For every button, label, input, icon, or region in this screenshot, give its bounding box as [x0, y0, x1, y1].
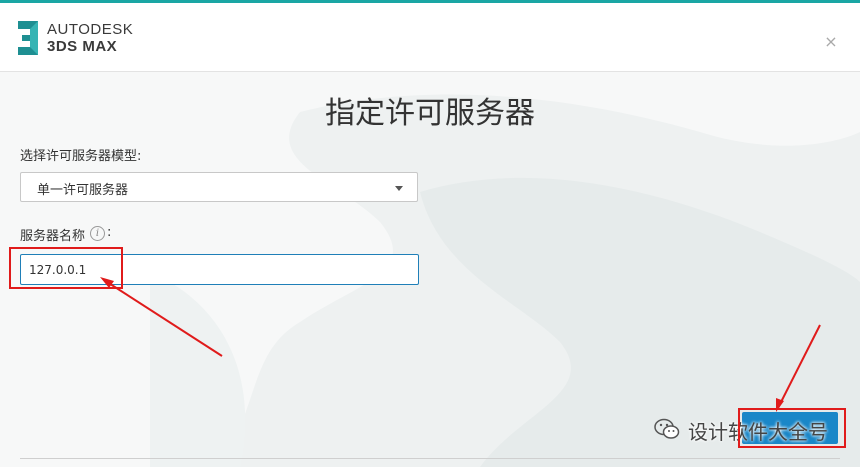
info-icon[interactable]: i — [90, 226, 105, 241]
license-model-value: 单一许可服务器 — [37, 183, 129, 198]
brand-autodesk: AUTODESK — [47, 21, 134, 38]
3ds-max-logo-icon — [18, 21, 38, 55]
server-name-colon: : — [107, 225, 112, 240]
footer-divider — [20, 458, 840, 459]
annotation-highlight-button — [738, 408, 846, 448]
license-model-select[interactable]: 单一许可服务器 — [20, 172, 418, 202]
brand-product: 3DS MAX — [47, 38, 118, 55]
close-icon[interactable]: × — [822, 33, 840, 51]
annotation-highlight-input — [9, 247, 123, 289]
window-header: AUTODESK 3DS MAX × — [0, 3, 860, 72]
page-title: 指定许可服务器 — [325, 96, 535, 131]
chevron-down-icon — [395, 186, 403, 191]
wechat-icon — [654, 418, 680, 439]
model-label: 选择许可服务器模型: — [20, 149, 142, 164]
server-name-label: 服务器名称 — [20, 229, 86, 244]
